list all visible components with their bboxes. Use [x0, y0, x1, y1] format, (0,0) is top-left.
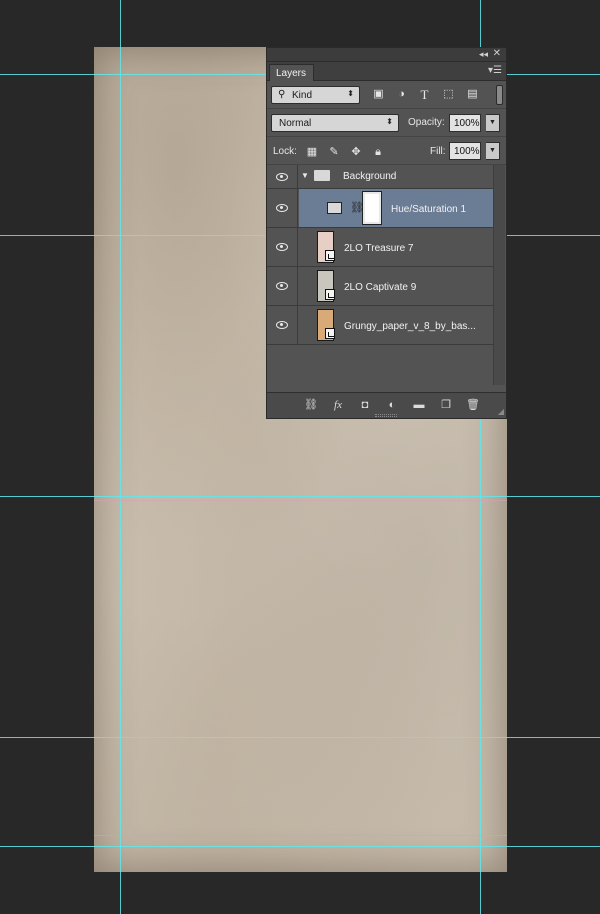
layer-row-group[interactable]: ▼ Background — [267, 165, 493, 189]
hue-saturation-icon — [327, 202, 342, 214]
layers-panel: ◂◂ ✕ Layers ▾☰ ⚲ Kind ⬍ ▣ ◑ T ⬚ ▤ Normal… — [266, 47, 507, 419]
fill-label: Fill: — [430, 146, 446, 157]
lock-transparent-pixels-icon[interactable]: ▦ — [305, 145, 319, 159]
folder-icon — [314, 170, 330, 181]
panel-resize-handle[interactable] — [375, 414, 397, 417]
filter-kind-label: Kind — [292, 90, 313, 101]
eye-icon[interactable] — [276, 321, 288, 329]
layers-list: ▼ Background ⛓ Hue/Saturation 1 2LO Trea… — [267, 165, 493, 385]
updown-arrow-icon: ⬍ — [386, 117, 393, 126]
layer-thumbnail — [317, 270, 335, 302]
collapse-panel-icon[interactable]: ◂◂ — [479, 49, 488, 60]
lock-row: Lock: ▦ ✎ ✥ 🔒︎ Fill: 100% ▼ — [267, 137, 506, 165]
filter-toggle-switch[interactable] — [496, 85, 503, 105]
trash-icon[interactable]: 🗑︎ — [465, 398, 481, 412]
layer-name[interactable]: Grungy_paper_v_8_by_bas... — [344, 321, 476, 332]
layer-mask-thumbnail[interactable] — [362, 191, 382, 225]
layers-scrollbar[interactable] — [493, 165, 505, 385]
slice-line — [94, 500, 507, 501]
fill-input[interactable]: 100% — [449, 142, 481, 160]
eye-icon[interactable] — [276, 204, 288, 212]
lock-label: Lock: — [273, 146, 297, 157]
eye-icon[interactable] — [276, 173, 288, 181]
panel-footer: ⛓ fx ◘ ◐ ▬ ❐ 🗑︎ ◢ — [267, 392, 506, 418]
horizontal-guide[interactable] — [0, 737, 600, 738]
link-icon[interactable]: ⛓ — [350, 201, 364, 214]
new-group-folder-icon[interactable]: ▬ — [411, 398, 427, 412]
vertical-guide[interactable] — [120, 0, 121, 914]
visibility-cell[interactable] — [267, 228, 298, 266]
corner-resize-grip-icon[interactable]: ◢ — [498, 407, 504, 416]
add-mask-icon[interactable]: ◘ — [357, 398, 373, 412]
horizontal-guide[interactable] — [0, 846, 600, 847]
panel-menu-icon[interactable]: ▾☰ — [488, 65, 502, 76]
horizontal-guide[interactable] — [0, 496, 600, 497]
smart-object-filter-icon[interactable]: ▤ — [464, 86, 481, 103]
layer-name[interactable]: 2LO Captivate 9 — [344, 282, 416, 293]
updown-arrow-icon: ⬍ — [347, 89, 354, 98]
layer-name[interactable]: Background — [343, 171, 396, 182]
layer-name[interactable]: 2LO Treasure 7 — [344, 243, 413, 254]
lock-image-pixels-icon[interactable]: ✎ — [327, 145, 341, 159]
smart-object-badge-icon — [325, 289, 335, 300]
layer-row[interactable]: Grungy_paper_v_8_by_bas... — [267, 306, 493, 345]
opacity-label: Opacity: — [408, 117, 445, 128]
lock-position-icon[interactable]: ✥ — [349, 145, 363, 159]
smart-object-badge-icon — [325, 328, 335, 339]
visibility-cell[interactable] — [267, 267, 298, 305]
blend-mode-select[interactable]: Normal ⬍ — [271, 114, 399, 132]
blend-mode-label: Normal — [279, 118, 312, 129]
eye-icon[interactable] — [276, 243, 288, 251]
panel-tab-bar: Layers ▾☰ — [267, 62, 506, 81]
opacity-input[interactable]: 100% — [449, 114, 481, 132]
layer-name[interactable]: Hue/Saturation 1 — [391, 204, 466, 215]
visibility-cell[interactable] — [267, 306, 298, 344]
opacity-dropdown-icon[interactable]: ▼ — [486, 114, 500, 132]
adjustment-filter-icon[interactable]: ◑ — [393, 86, 410, 103]
tab-layers[interactable]: Layers — [269, 64, 315, 81]
eye-icon[interactable] — [276, 282, 288, 290]
slice-line — [94, 835, 507, 836]
blend-row: Normal ⬍ Opacity: 100% ▼ — [267, 109, 506, 137]
layer-style-fx-icon[interactable]: fx — [330, 398, 346, 412]
new-adjustment-layer-icon[interactable]: ◐ — [384, 398, 400, 412]
search-icon: ⚲ — [278, 89, 286, 100]
layer-row-adjustment[interactable]: ⛓ Hue/Saturation 1 — [267, 189, 493, 228]
filter-row: ⚲ Kind ⬍ ▣ ◑ T ⬚ ▤ — [267, 81, 506, 109]
close-panel-icon[interactable]: ✕ — [493, 48, 501, 59]
visibility-cell[interactable] — [267, 165, 298, 188]
image-filter-icon[interactable]: ▣ — [370, 86, 387, 103]
filter-kind-select[interactable]: ⚲ Kind ⬍ — [271, 86, 360, 104]
disclosure-triangle-icon[interactable]: ▼ — [301, 171, 309, 180]
visibility-cell[interactable] — [267, 189, 298, 227]
fill-dropdown-icon[interactable]: ▼ — [486, 142, 500, 160]
layer-thumbnail — [317, 309, 335, 341]
panel-title-bar[interactable]: ◂◂ ✕ — [267, 48, 506, 62]
new-layer-icon[interactable]: ❐ — [438, 398, 454, 412]
layer-row[interactable]: 2LO Treasure 7 — [267, 228, 493, 267]
layer-thumbnail — [317, 231, 335, 263]
shape-filter-icon[interactable]: ⬚ — [440, 86, 457, 103]
smart-object-badge-icon — [325, 250, 335, 261]
link-layers-icon[interactable]: ⛓ — [303, 398, 319, 412]
type-filter-icon[interactable]: T — [416, 86, 433, 103]
layer-row[interactable]: 2LO Captivate 9 — [267, 267, 493, 306]
lock-all-icon[interactable]: 🔒︎ — [371, 145, 385, 159]
